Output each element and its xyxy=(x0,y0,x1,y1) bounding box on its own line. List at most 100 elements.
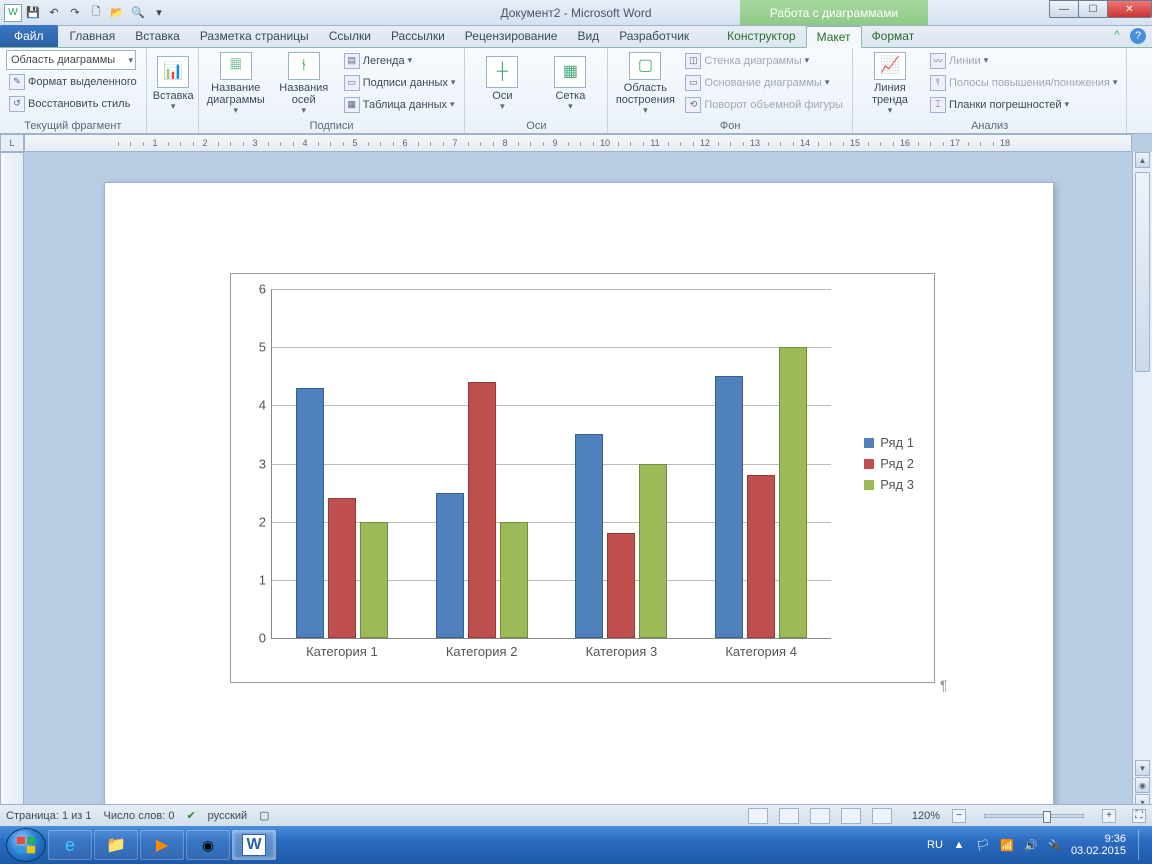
legend-button[interactable]: ▤Легенда xyxy=(341,50,459,71)
insert-button[interactable]: 📊Вставка xyxy=(153,50,194,116)
scroll-down-icon[interactable]: ▼ xyxy=(1135,760,1150,776)
fullscreen-reading-view-button[interactable] xyxy=(779,808,799,824)
bar[interactable] xyxy=(468,382,496,638)
chart-elements-combo[interactable]: Область диаграммы xyxy=(6,50,136,70)
save-icon[interactable]: 💾 xyxy=(23,3,43,23)
chart-object[interactable]: 0123456Категория 1Категория 2Категория 3… xyxy=(230,273,935,683)
start-button[interactable] xyxy=(6,828,46,862)
macro-record-icon[interactable]: ▢ xyxy=(259,809,269,822)
y-tick-label: 4 xyxy=(259,398,266,413)
chart-legend[interactable]: Ряд 1 Ряд 2 Ряд 3 xyxy=(864,429,914,498)
taskbar-chrome-button[interactable]: ◉ xyxy=(186,830,230,860)
horizontal-ruler[interactable]: 123456789101112131415161718 xyxy=(24,134,1132,152)
help-icon[interactable]: ? xyxy=(1130,28,1146,44)
bar[interactable] xyxy=(296,388,324,638)
tab-review[interactable]: Рецензирование xyxy=(455,25,568,47)
zoom-slider[interactable] xyxy=(984,814,1084,818)
draft-view-button[interactable] xyxy=(872,808,892,824)
plot-area-button[interactable]: ▢Область построения xyxy=(614,50,676,116)
bar[interactable] xyxy=(715,376,743,638)
bar[interactable] xyxy=(360,522,388,638)
zoom-level[interactable]: 120% xyxy=(912,810,940,822)
outline-view-button[interactable] xyxy=(841,808,861,824)
trendline-button[interactable]: 📈Линия тренда xyxy=(859,50,921,116)
bar[interactable] xyxy=(575,434,603,638)
tab-developer[interactable]: Разработчик xyxy=(609,25,699,47)
error-bars-button[interactable]: ⌶Планки погрешностей xyxy=(927,94,1120,115)
document-viewport[interactable]: 0123456Категория 1Категория 2Категория 3… xyxy=(24,152,1132,810)
axis-titles-button[interactable]: ⫮Названия осей xyxy=(273,50,335,116)
redo-icon[interactable]: ↷ xyxy=(65,3,85,23)
bar[interactable] xyxy=(779,347,807,638)
data-labels-button[interactable]: ▭Подписи данных xyxy=(341,72,459,93)
spellcheck-icon[interactable]: ✔ xyxy=(186,809,195,822)
ie-icon: e xyxy=(65,835,75,856)
zoom-knob[interactable] xyxy=(1043,811,1051,823)
web-layout-view-button[interactable] xyxy=(810,808,830,824)
scroll-thumb[interactable] xyxy=(1135,172,1150,372)
legend-item[interactable]: Ряд 2 xyxy=(864,456,914,471)
taskbar-explorer-button[interactable]: 📁 xyxy=(94,830,138,860)
tab-layout[interactable]: Макет xyxy=(806,26,862,48)
close-button[interactable]: ✕ xyxy=(1107,0,1152,18)
network-icon[interactable]: 📶 xyxy=(999,837,1015,853)
print-layout-view-button[interactable] xyxy=(748,808,768,824)
tab-format[interactable]: Формат xyxy=(862,25,925,47)
tab-insert[interactable]: Вставка xyxy=(125,25,190,47)
zoom-out-button[interactable]: − xyxy=(952,809,966,823)
zoom-in-button[interactable]: + xyxy=(1102,809,1116,823)
minimize-button[interactable]: — xyxy=(1049,0,1079,18)
y-tick-label: 5 xyxy=(259,340,266,355)
plot-area[interactable]: 0123456Категория 1Категория 2Категория 3… xyxy=(271,289,831,639)
taskbar-word-button[interactable]: W xyxy=(232,830,276,860)
bar[interactable] xyxy=(747,475,775,638)
format-selection-button[interactable]: ✎Формат выделенного xyxy=(6,71,140,92)
tab-page-layout[interactable]: Разметка страницы xyxy=(190,25,319,47)
qat-customize-icon[interactable]: ▾ xyxy=(149,3,169,23)
show-desktop-button[interactable] xyxy=(1138,830,1146,860)
tab-references[interactable]: Ссылки xyxy=(319,25,381,47)
action-center-icon[interactable]: 🏳 xyxy=(975,837,991,853)
windows-logo-icon xyxy=(15,834,37,856)
page-number[interactable]: Страница: 1 из 1 xyxy=(6,810,92,822)
bar[interactable] xyxy=(328,498,356,638)
chart-title-button[interactable]: 𝄜Название диаграммы xyxy=(205,50,267,116)
bar[interactable] xyxy=(436,493,464,638)
tray-lang[interactable]: RU xyxy=(927,839,943,851)
print-preview-icon[interactable]: 🔍 xyxy=(128,3,148,23)
scroll-up-icon[interactable]: ▲ xyxy=(1135,152,1150,168)
language-indicator[interactable]: русский xyxy=(208,810,247,822)
taskbar-media-button[interactable]: ▶ xyxy=(140,830,184,860)
usb-icon[interactable]: 🔌 xyxy=(1047,837,1063,853)
tab-view[interactable]: Вид xyxy=(567,25,609,47)
bar[interactable] xyxy=(639,464,667,639)
word-count[interactable]: Число слов: 0 xyxy=(104,810,175,822)
data-table-button[interactable]: ▦Таблица данных xyxy=(341,94,459,115)
vertical-scrollbar[interactable]: ▲ ▼ ◉ ▾ xyxy=(1132,152,1152,810)
new-doc-icon[interactable]: 🗋 xyxy=(86,3,106,23)
maximize-button[interactable]: ☐ xyxy=(1078,0,1108,18)
prev-page-icon[interactable]: ◉ xyxy=(1135,777,1150,793)
taskbar-ie-button[interactable]: e xyxy=(48,830,92,860)
vertical-ruler[interactable] xyxy=(0,152,24,810)
tab-design[interactable]: Конструктор xyxy=(717,25,805,47)
open-icon[interactable]: 📂 xyxy=(107,3,127,23)
axes-button[interactable]: ┼Оси xyxy=(471,50,533,116)
legend-item[interactable]: Ряд 1 xyxy=(864,435,914,450)
minimize-ribbon-icon[interactable]: ^ xyxy=(1110,28,1124,42)
tab-home[interactable]: Главная xyxy=(60,25,126,47)
tray-clock[interactable]: 9:36 03.02.2015 xyxy=(1071,833,1130,857)
tab-file[interactable]: Файл xyxy=(0,25,58,47)
fit-page-button[interactable]: ⛶ xyxy=(1132,809,1146,823)
legend-item[interactable]: Ряд 3 xyxy=(864,477,914,492)
bar[interactable] xyxy=(500,522,528,638)
bar[interactable] xyxy=(607,533,635,638)
show-hidden-icon[interactable]: ▲ xyxy=(951,837,967,853)
volume-icon[interactable]: 🔊 xyxy=(1023,837,1039,853)
media-player-icon: ▶ xyxy=(156,835,168,855)
reset-style-button[interactable]: ↺Восстановить стиль xyxy=(6,93,140,114)
tab-mailings[interactable]: Рассылки xyxy=(381,25,455,47)
undo-icon[interactable]: ↶ xyxy=(44,3,64,23)
gridlines-button[interactable]: ▦Сетка xyxy=(539,50,601,116)
ruler-corner[interactable]: L xyxy=(0,134,24,152)
